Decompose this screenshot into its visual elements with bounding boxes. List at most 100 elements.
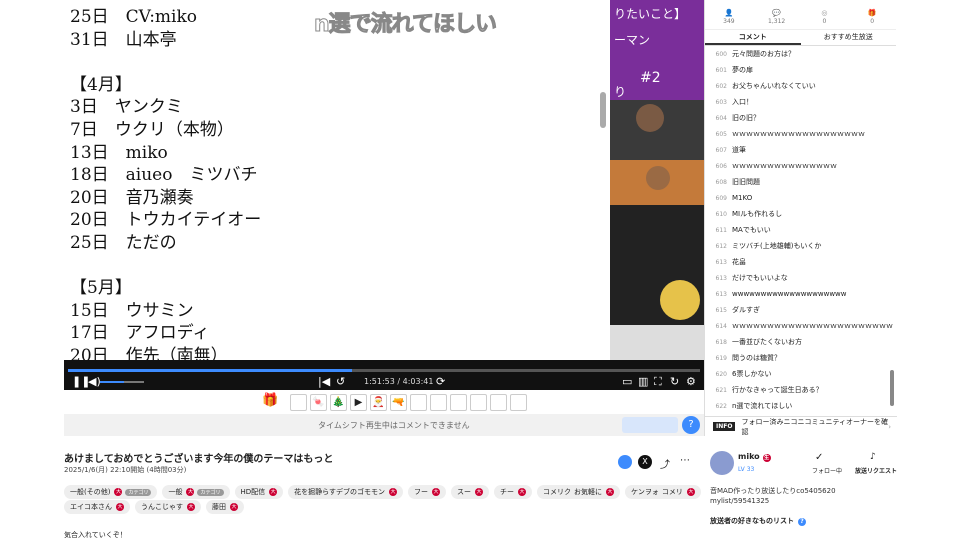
comment-number: 605 [715, 130, 727, 138]
tag-item[interactable]: 一般大カテゴリ [162, 485, 230, 499]
comment-row[interactable]: 611 MAでもいい [705, 222, 897, 238]
comment-row[interactable]: 605 ｗｗｗｗｗｗｗｗｗｗｗｗｗｗｗｗｗｗｗ [705, 126, 897, 142]
gift-slot[interactable]: 🎅 [370, 394, 387, 411]
share-icon[interactable]: ⤴ [660, 456, 670, 471]
comment-row[interactable]: 603 入口！ [705, 94, 897, 110]
tag-item[interactable]: フー大 [408, 485, 447, 499]
layout-icon[interactable]: ▥ [638, 376, 648, 388]
comment-row[interactable]: 622 n選で流れてほしい [705, 398, 897, 414]
seek-bar[interactable] [68, 369, 700, 372]
document-scrollbar[interactable] [600, 92, 606, 128]
comment-number: 621 [715, 386, 727, 394]
x-share-icon[interactable]: X [638, 455, 652, 469]
send-button[interactable] [622, 417, 678, 433]
comment-text: 入口！ [732, 98, 753, 106]
comment-row[interactable]: 620 6票しかない [705, 366, 897, 382]
comment-row[interactable]: 601 夢の扉 [705, 62, 897, 78]
comment-row[interactable]: 610 MIルも作れるし [705, 206, 897, 222]
comment-row[interactable]: 613 wwwwwwwwwwwwwwwwwwww [705, 286, 897, 302]
comment-row[interactable]: 609 M1KO [705, 190, 897, 206]
tag-item[interactable]: コメリク お気軽に大 [537, 485, 621, 499]
comment-toggle-icon[interactable]: ▭ [622, 376, 632, 388]
comment-number: 614 [715, 322, 727, 330]
tag-list-2: エイコ本さん大うんこじゃす大藤田大 [64, 500, 249, 514]
gift-slot[interactable]: 🔫 [390, 394, 407, 411]
comment-row[interactable]: 614 ｗｗｗｗｗｗｗｗｗｗｗｗｗｗｗｗｗｗｗｗｗｗｗ [705, 318, 897, 334]
document-line: 25日 ただの [70, 232, 177, 253]
comment-row[interactable]: 604 旧の旧？ [705, 110, 897, 126]
tag-badge-icon: 大 [269, 488, 278, 496]
fullscreen-icon[interactable]: ⛶ [654, 376, 662, 388]
comment-text: 一番並びたくないお方 [732, 338, 802, 346]
request-button[interactable]: 放送リクエスト [855, 466, 897, 475]
tag-item[interactable]: 藤田大 [206, 500, 244, 514]
stats-bar: 👤 349 💬 1,312 ◎ 0 🎁 0 [705, 0, 896, 30]
bell-icon[interactable] [618, 455, 632, 469]
comment-row[interactable]: 621 行かなきゃって誕生日ある？ [705, 382, 897, 398]
tag-item[interactable]: ケンヲォ コメリ大 [625, 485, 701, 499]
tag-badge-icon: 大 [518, 488, 527, 496]
comment-row[interactable]: 613 だけでもいいよな [705, 270, 897, 286]
tag-badge-icon: 大 [116, 503, 124, 511]
tab-recommended[interactable]: おすすめ生放送 [801, 30, 897, 45]
gift-slot[interactable]: ▶ [350, 394, 367, 411]
rewind-icon[interactable]: ↺ [336, 376, 345, 388]
gift-slot[interactable] [430, 394, 447, 411]
tag-item[interactable]: エイコ本さん大 [64, 500, 130, 514]
comment-row[interactable]: 619 問うのは糖質？ [705, 350, 897, 366]
gift-slot[interactable]: 🍬 [310, 394, 327, 411]
gift-icon[interactable]: 🎁 [262, 394, 278, 407]
gift-slot[interactable]: 🎄 [330, 394, 347, 411]
comment-row[interactable]: 618 一番並びたくないお方 [705, 334, 897, 350]
tag-item[interactable]: 花を掘静らすデブのゴモモン大 [288, 485, 404, 499]
skip-back-icon[interactable]: |◀ [318, 376, 330, 388]
gift-slot[interactable] [410, 394, 427, 411]
tag-badge-icon: 大 [432, 488, 441, 496]
sync-icon[interactable]: ⟳ [436, 376, 445, 388]
comment-row[interactable]: 607 道筆 [705, 142, 897, 158]
comment-row[interactable]: 613 花畠 [705, 254, 897, 270]
tag-item[interactable]: うんこじゃす大 [135, 500, 201, 514]
more-icon[interactable]: ⋯ [680, 455, 690, 466]
document-line: 17日 アフロディ [70, 323, 210, 344]
timeshift-notice: タイムシフト再生中はコメントできません [318, 421, 470, 430]
gift-slot[interactable] [470, 394, 487, 411]
broadcaster-name[interactable]: miko 生 [738, 452, 771, 462]
broadcaster-bio: 音MAD作ったり放送したりco5405620 mylist/59541325 [710, 487, 843, 505]
comment-number: 603 [715, 98, 727, 106]
tag-item[interactable]: HD配信大 [234, 485, 284, 499]
reload-icon[interactable]: ↻ [670, 376, 679, 388]
comment-number: 604 [715, 114, 727, 122]
tag-item[interactable]: 一般(その他) 大カテゴリ [64, 485, 158, 499]
gift-slot[interactable] [490, 394, 507, 411]
help-icon[interactable]: ? [682, 416, 700, 434]
avatar[interactable] [710, 451, 734, 475]
video-player[interactable]: 25日 CV:miko 31日 山本亭 【4月】 3日 ヤンクミ 7日 ウクリ（本物） 1… [64, 0, 704, 390]
gift-slot[interactable] [290, 394, 307, 411]
gift-slot[interactable] [450, 394, 467, 411]
follow-button[interactable]: フォロー中 [812, 466, 842, 475]
comment-text: ミツバチ(上地雄輔)もいくか [732, 242, 822, 250]
comment-number: 620 [715, 370, 727, 378]
gift-slot[interactable] [510, 394, 527, 411]
tag-list: 一般(その他) 大カテゴリ 一般大カテゴリ HD配信大花を掘静らすデブのゴモモン大フー… [64, 485, 706, 499]
volume-slider[interactable] [100, 381, 144, 383]
comment-row[interactable]: 612 ミツバチ(上地雄輔)もいくか [705, 238, 897, 254]
comment-list[interactable]: 600 元々問題のお方は？ 601 夢の扉 602 お父ちゃんいれなくていい 603 入口！ 6… [705, 46, 897, 414]
tab-comments[interactable]: コメント [705, 30, 801, 45]
tag-item[interactable]: チー大 [494, 485, 533, 499]
volume-icon[interactable]: ◀) [88, 376, 101, 388]
tag-badge-icon: 大 [606, 488, 615, 496]
comment-row[interactable]: 606 ｗｗｗｗｗｗｗｗｗｗｗｗｗｗｗ [705, 158, 897, 174]
comment-row[interactable]: 600 元々問題のお方は？ [705, 46, 897, 62]
info-bar[interactable]: INFO フォロー済みニコニコミュニティオーナーを確認 › [705, 416, 897, 436]
comment-row[interactable]: 602 お父ちゃんいれなくていい [705, 78, 897, 94]
tag-item[interactable]: スー大 [451, 485, 490, 499]
comment-scrollbar[interactable] [890, 370, 894, 406]
comment-row[interactable]: 615 ダルすぎ [705, 302, 897, 318]
comment-text: だけでもいいよな [732, 274, 788, 282]
comment-number: 618 [715, 338, 727, 346]
gift-icon: 🎁 [867, 9, 877, 17]
comment-row[interactable]: 608 旧旧問題 [705, 174, 897, 190]
settings-icon[interactable]: ⚙ [686, 376, 696, 388]
